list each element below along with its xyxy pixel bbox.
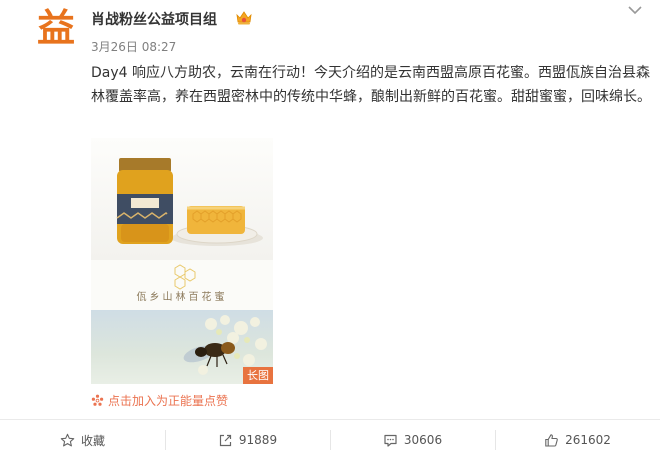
- energy-link-label: 点击加入为正能量点赞: [108, 394, 229, 408]
- favorite-button[interactable]: 收藏: [0, 420, 165, 460]
- vip-crown-icon[interactable]: [235, 9, 253, 26]
- energy-flower-icon: [91, 394, 104, 406]
- avatar[interactable]: 益: [33, 5, 79, 51]
- username-link[interactable]: 肖战粉丝公益项目组: [91, 9, 217, 29]
- honey-jar-photo: [91, 138, 273, 260]
- favorite-label: 收藏: [80, 433, 105, 448]
- post-image[interactable]: 佤乡山林百花蜜 长图: [91, 138, 273, 384]
- comment-button[interactable]: 30606: [330, 420, 495, 460]
- comment-icon: [384, 434, 397, 447]
- post-text: Day4 响应八方助农，云南在行动！今天介绍的是云南西盟高原百花蜜。西盟佤族自治…: [91, 65, 651, 105]
- energy-link[interactable]: 点击加入为正能量点赞: [91, 392, 228, 409]
- post-timestamp[interactable]: 3月26日 08:27: [91, 38, 176, 55]
- action-bar: 收藏 91889 30606 261602: [0, 420, 660, 460]
- like-button[interactable]: 261602: [495, 420, 660, 460]
- long-image-badge: 长图: [243, 367, 273, 384]
- comment-count: 30606: [403, 433, 443, 447]
- repost-count: 91889: [238, 433, 278, 447]
- chevron-down-icon[interactable]: [627, 4, 643, 16]
- thumbs-up-icon: [545, 433, 558, 447]
- repost-icon: [219, 434, 232, 446]
- like-count: 261602: [565, 433, 611, 447]
- weibo-post-card: 益 肖战粉丝公益项目组 3月26日 08:27 Day4 响应八方助农，云南在行…: [0, 0, 660, 460]
- repost-button[interactable]: 91889: [165, 420, 330, 460]
- avatar-glyph: 益: [36, 5, 75, 50]
- star-icon: [60, 433, 75, 446]
- brand-caption: 佤乡山林百花蜜: [136, 292, 228, 303]
